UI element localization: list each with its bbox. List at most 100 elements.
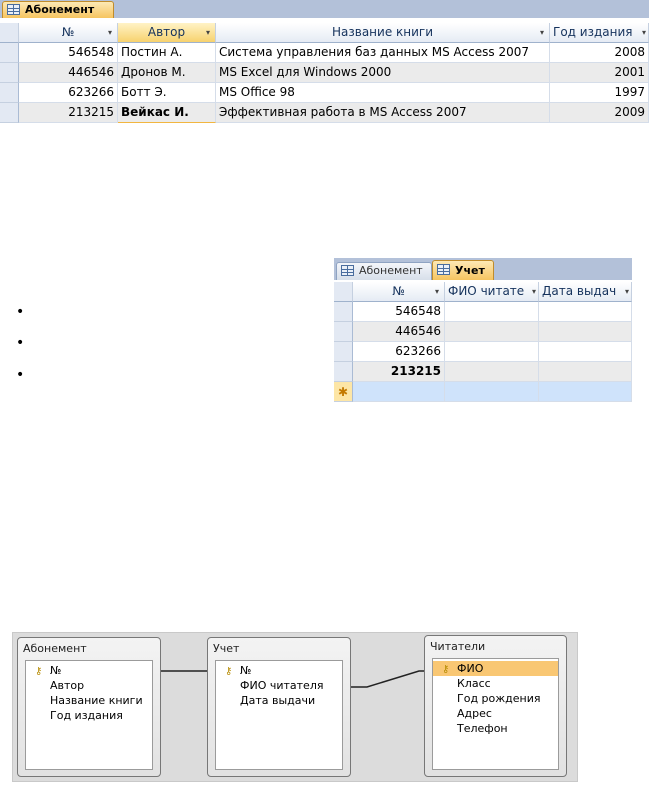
cell-num[interactable]: 546548	[353, 302, 445, 322]
new-record-icon[interactable]: ✱	[334, 382, 353, 402]
cell-num[interactable]: 623266	[353, 342, 445, 362]
table-box-chitateli[interactable]: Читатели ⚷ ФИО Класс Год рождения Адрес …	[424, 635, 567, 777]
table-row[interactable]: 213215	[334, 362, 632, 382]
cell-date[interactable]	[539, 342, 632, 362]
tab-abonement[interactable]: Абонемент	[2, 1, 114, 18]
column-header-num[interactable]: № ▾	[353, 282, 445, 302]
column-header-label: №	[61, 25, 75, 39]
column-header-label: Автор	[147, 25, 186, 39]
cell-num[interactable]: 446546	[353, 322, 445, 342]
cell-title[interactable]: Эффективная работа в MS Access 2007	[216, 103, 550, 123]
tab-label: Абонемент	[359, 264, 423, 277]
cell-num[interactable]: 213215	[19, 103, 118, 123]
column-header-num[interactable]: № ▾	[19, 23, 118, 43]
column-header-author[interactable]: Автор ▾	[118, 23, 216, 43]
table-row[interactable]: 446546 Дронов М. MS Excel для Windows 20…	[0, 63, 649, 83]
cell-date[interactable]	[539, 322, 632, 342]
select-all-corner[interactable]	[334, 282, 353, 302]
field-item[interactable]: ⚷ №	[26, 663, 152, 678]
table-row[interactable]: 623266 Ботт Э. MS Office 98 1997	[0, 83, 649, 103]
cell-year[interactable]: 2008	[550, 43, 649, 63]
field-list: ⚷ ФИО Класс Год рождения Адрес Телефон	[432, 658, 559, 770]
chevron-down-icon[interactable]: ▾	[206, 23, 210, 42]
row-selector[interactable]	[0, 63, 19, 83]
cell-author[interactable]: Постин А.	[118, 43, 216, 63]
row-selector[interactable]	[334, 362, 353, 382]
table-box-uchet[interactable]: Учет ⚷ № ФИО читателя Дата выдачи	[207, 637, 351, 777]
cell-author[interactable]: Ботт Э.	[118, 83, 216, 103]
cell-year[interactable]: 1997	[550, 83, 649, 103]
table-row[interactable]: 623266	[334, 342, 632, 362]
row-selector[interactable]	[334, 302, 353, 322]
field-label: №	[240, 664, 252, 677]
column-header-label: Год издания	[553, 25, 633, 39]
chevron-down-icon[interactable]: ▾	[532, 282, 536, 301]
row-selector[interactable]	[0, 43, 19, 63]
cell-num[interactable]: 213215	[353, 362, 445, 382]
field-item[interactable]: Телефон	[433, 721, 558, 736]
cell-num[interactable]: 546548	[19, 43, 118, 63]
tab-strip: Абонемент	[0, 0, 649, 18]
table-box-title: Читатели	[430, 640, 486, 653]
new-record-row[interactable]: ✱	[334, 382, 632, 402]
tab-label: Учет	[455, 264, 485, 277]
key-icon: ⚷	[442, 664, 450, 675]
column-header-year[interactable]: Год издания ▾	[550, 23, 649, 43]
chevron-down-icon[interactable]: ▾	[625, 282, 629, 301]
chevron-down-icon[interactable]: ▾	[435, 282, 439, 301]
tab-uchet[interactable]: Учет	[432, 260, 494, 280]
cell-title[interactable]: Система управления баз данных MS Access …	[216, 43, 550, 63]
table-row[interactable]: 546548	[334, 302, 632, 322]
column-header-title[interactable]: Название книги ▾	[216, 23, 550, 43]
cell-num[interactable]	[353, 382, 445, 402]
chevron-down-icon[interactable]: ▾	[642, 23, 646, 42]
row-selector[interactable]	[334, 322, 353, 342]
chevron-down-icon[interactable]: ▾	[540, 23, 544, 42]
field-item[interactable]: Год издания	[26, 708, 152, 723]
field-item[interactable]: Автор	[26, 678, 152, 693]
bullet-marker: •	[16, 304, 25, 320]
field-label: ФИО	[457, 662, 484, 675]
cell-title[interactable]: MS Office 98	[216, 83, 550, 103]
field-item[interactable]: Год рождения	[433, 691, 558, 706]
cell-reader[interactable]	[445, 342, 539, 362]
cell-author[interactable]: Вейкас И.	[118, 103, 216, 123]
column-header-date[interactable]: Дата выдач ▾	[539, 282, 632, 302]
table-row[interactable]: 213215 Вейкас И. Эффективная работа в MS…	[0, 103, 649, 123]
bullet-marker: •	[16, 367, 25, 383]
row-selector[interactable]	[0, 83, 19, 103]
cell-date[interactable]	[539, 382, 632, 402]
chevron-down-icon[interactable]: ▾	[108, 23, 112, 42]
column-header-reader[interactable]: ФИО читате ▾	[445, 282, 539, 302]
table-row[interactable]: 446546	[334, 322, 632, 342]
cell-date[interactable]	[539, 362, 632, 382]
tab-label: Абонемент	[25, 3, 95, 16]
cell-author[interactable]: Дронов М.	[118, 63, 216, 83]
field-item[interactable]: Класс	[433, 676, 558, 691]
table-box-abonement[interactable]: Абонемент ⚷ № Автор Название книги Год и…	[17, 637, 161, 777]
field-item[interactable]: ⚷ №	[216, 663, 342, 678]
cell-year[interactable]: 2009	[550, 103, 649, 123]
tab-abonement[interactable]: Абонемент	[336, 262, 432, 280]
row-selector[interactable]	[0, 103, 19, 123]
cell-num[interactable]: 623266	[19, 83, 118, 103]
field-item[interactable]: ФИО читателя	[216, 678, 342, 693]
table-icon	[437, 264, 450, 275]
cell-date[interactable]	[539, 302, 632, 322]
cell-reader[interactable]	[445, 322, 539, 342]
field-item[interactable]: Адрес	[433, 706, 558, 721]
cell-reader[interactable]	[445, 362, 539, 382]
cell-year[interactable]: 2001	[550, 63, 649, 83]
cell-num[interactable]: 446546	[19, 63, 118, 83]
field-item[interactable]: Дата выдачи	[216, 693, 342, 708]
relationship-line[interactable]	[351, 670, 431, 688]
cell-reader[interactable]	[445, 382, 539, 402]
field-item[interactable]: Название книги	[26, 693, 152, 708]
cell-title[interactable]: MS Excel для Windows 2000	[216, 63, 550, 83]
field-item[interactable]: ⚷ ФИО	[433, 661, 558, 676]
table-row[interactable]: 546548 Постин А. Система управления баз …	[0, 43, 649, 63]
field-list: ⚷ № Автор Название книги Год издания	[25, 660, 153, 770]
cell-reader[interactable]	[445, 302, 539, 322]
select-all-corner[interactable]	[0, 23, 19, 43]
row-selector[interactable]	[334, 342, 353, 362]
